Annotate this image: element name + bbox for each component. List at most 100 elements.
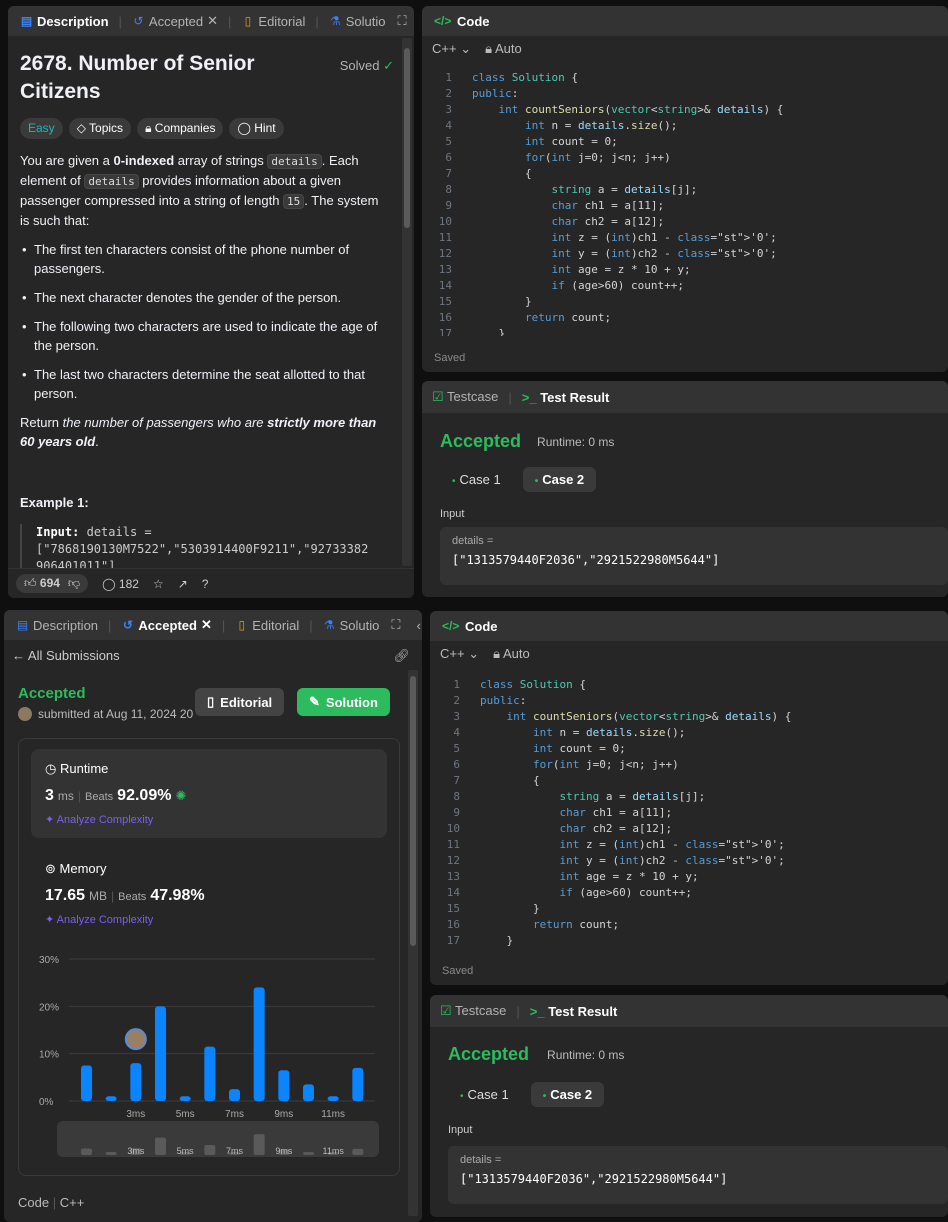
runtime-label: Runtime <box>59 761 109 776</box>
code-line: char ch1 = a[11]; <box>551 199 665 212</box>
chart-bar <box>204 1046 216 1101</box>
code-line: return count; <box>524 311 612 324</box>
maximize-icon[interactable]: ⛶ <box>398 13 407 29</box>
chevron-down-icon: ⌄ <box>460 41 472 56</box>
chart-bar <box>327 1096 339 1101</box>
memory-card[interactable]: ⊚ Memory 17.65 MB | Beats 47.98% ✦ Analy… <box>45 861 205 926</box>
submission-status: Accepted <box>18 685 86 702</box>
close-icon[interactable]: ✕ <box>207 13 218 29</box>
sparkle-icon: ✦ <box>45 814 55 826</box>
favorite-button[interactable]: ☆ <box>153 577 164 591</box>
tab-solutions[interactable]: ⚗ Solutio <box>319 618 384 633</box>
x-tick-label: 9ms <box>274 1109 293 1120</box>
test-tab-bar: ☑ Testcase | >_ Test Result <box>422 381 948 413</box>
overview-tick-label: 3ms <box>127 1146 145 1156</box>
solution-button[interactable]: ✎ Solution <box>297 688 390 716</box>
code-editor[interactable]: 1 class Solution {2 public: 3 int countSeni… <box>422 70 948 336</box>
user-avatar-marker <box>124 1028 147 1051</box>
companies-chip[interactable]: 🔒︎ Companies <box>137 118 224 139</box>
tab-testcase[interactable]: ☑ Testcase <box>440 1003 506 1019</box>
y-tick-label: 10% <box>39 1050 59 1061</box>
line-number: 9 <box>445 199 452 212</box>
tab-code[interactable]: </> Code <box>438 619 502 634</box>
code-line: class Solution { <box>472 71 578 84</box>
tab-test-result[interactable]: >_ Test Result <box>530 1004 618 1019</box>
chevron-left-icon[interactable]: ‹ <box>416 618 420 633</box>
problem-title[interactable]: 2678. Number of Senior Citizens <box>20 50 280 106</box>
comments-button[interactable]: ◯ 182 <box>102 577 139 591</box>
line-number: 17 <box>446 934 460 947</box>
chevron-down-icon: ⌄ <box>468 646 480 661</box>
editorial-button[interactable]: ▯ Editorial <box>195 688 285 716</box>
test-result-panel: ☑ Testcase | >_ Test Result Accepted Run… <box>430 995 948 1217</box>
back-link[interactable]: ← All Submissions <box>12 648 120 663</box>
line-number: 2 <box>445 87 452 100</box>
tab-solutions[interactable]: ⚗ Solutio <box>325 14 390 29</box>
auto-mode[interactable]: 🔒︎ Auto <box>493 646 530 662</box>
scrollbar[interactable] <box>402 38 412 566</box>
analyze-complexity-link[interactable]: ✦ Analyze Complexity <box>45 813 373 826</box>
check-circle-icon: ✓ <box>383 58 394 73</box>
topics-chip[interactable]: ◇ Topics <box>68 118 132 139</box>
chart-bar <box>303 1084 314 1101</box>
tab-code[interactable]: </> Code <box>430 14 494 29</box>
thumbs-down-icon: 👎︎ <box>67 576 81 590</box>
scrollbar[interactable] <box>408 670 418 1216</box>
hint-chip[interactable]: ◯ Hint <box>229 118 284 139</box>
maximize-icon[interactable]: ⛶ <box>391 617 400 633</box>
y-tick-label: 20% <box>39 1002 59 1013</box>
tab-editorial[interactable]: ▯ Editorial <box>231 618 303 633</box>
overview-bar <box>105 1152 117 1155</box>
comment-icon: ◯ <box>102 576 116 591</box>
language-select[interactable]: C++ ⌄ <box>440 646 479 662</box>
tab-accepted[interactable]: ↺ Accepted ✕ <box>128 13 222 29</box>
tab-description[interactable]: ▤ Description <box>12 618 102 633</box>
share-button[interactable]: ↗ <box>178 577 188 591</box>
problem-statement: You are given a 0-indexed array of strin… <box>20 153 379 228</box>
overview-bar <box>303 1151 314 1155</box>
link-icon[interactable]: 🔗︎ <box>393 648 410 664</box>
chart-bar <box>179 1096 191 1101</box>
saved-status: Saved <box>434 352 466 364</box>
memory-value: 17.65 <box>45 887 86 904</box>
auto-mode[interactable]: 🔒︎ Auto <box>485 41 522 57</box>
language-select[interactable]: C++ ⌄ <box>432 41 471 57</box>
close-icon[interactable]: ✕ <box>201 617 212 633</box>
line-number: 14 <box>438 279 452 292</box>
input-box: details = ["1313579440F2036","2921522980… <box>440 527 948 585</box>
case-1-tab[interactable]: • Case 1 <box>448 1082 521 1107</box>
case-2-tab[interactable]: • Case 2 <box>522 467 597 492</box>
runtime-card[interactable]: ◷ Runtime 3 ms | Beats 92.09% ✺ ✦ Analyz… <box>31 749 387 838</box>
case-2-tab[interactable]: • Case 2 <box>530 1082 605 1107</box>
book-icon: ▯ <box>244 13 252 28</box>
like-button[interactable]: 👍︎ 694 <box>24 576 60 591</box>
tab-editorial[interactable]: ▯ Editorial <box>237 14 309 29</box>
list-item: The first ten characters consist of the … <box>22 240 388 278</box>
chip-icon: ⊚ <box>45 861 56 876</box>
question-icon: ? <box>201 576 209 591</box>
tab-test-result[interactable]: >_ Test Result <box>522 390 610 405</box>
tab-description[interactable]: ▤ Description <box>16 14 113 29</box>
result-status: Accepted <box>448 1044 530 1064</box>
chart-bar <box>253 987 265 1101</box>
arrow-left-icon: ← <box>12 648 25 663</box>
tab-accepted[interactable]: ↺ Accepted ✕ <box>117 617 215 633</box>
dislike-button[interactable]: 👎︎ <box>68 576 80 591</box>
help-button[interactable]: ? <box>202 577 209 591</box>
tab-testcase[interactable]: ☑ Testcase <box>432 389 498 405</box>
code-icon: </> <box>442 618 460 633</box>
analyze-complexity-link[interactable]: ✦ Analyze Complexity <box>45 913 205 926</box>
code-line: int countSeniors(vector<string>& details… <box>506 710 792 723</box>
share-icon: ↗ <box>177 576 188 591</box>
runtime-distribution-chart[interactable]: 30% 20% 10% 0% 3ms 5ms 7ms 9ms 11ms 3ms 5ms 7ms 9ms 1… <box>19 951 395 1171</box>
line-number: 8 <box>453 790 460 803</box>
runtime-beats: 92.09% <box>117 787 172 804</box>
difficulty-badge[interactable]: Easy <box>20 118 63 139</box>
case-1-tab[interactable]: • Case 1 <box>440 467 513 492</box>
y-tick-label: 0% <box>39 1097 54 1108</box>
code-editor[interactable]: 1 class Solution {2 public: 3 int countSeni… <box>430 677 948 947</box>
code-line: } <box>480 934 514 947</box>
code-line: char ch2 = a[12]; <box>559 822 673 835</box>
line-number: 7 <box>445 167 452 180</box>
terminal-icon: >_ <box>529 1003 545 1019</box>
